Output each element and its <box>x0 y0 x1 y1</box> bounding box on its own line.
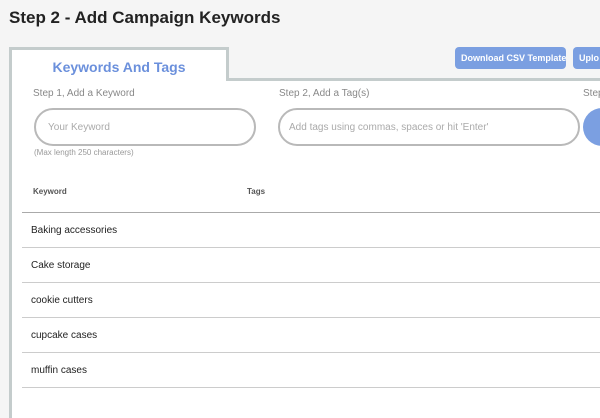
upload-button[interactable]: Uplo <box>573 47 600 69</box>
keyword-field-label: Step 1, Add a Keyword <box>33 88 135 99</box>
table-row[interactable]: cookie cutters <box>22 283 600 318</box>
tags-input[interactable] <box>278 108 580 146</box>
tab-keywords-and-tags[interactable]: Keywords And Tags <box>9 47 229 81</box>
row-keyword: cupcake cases <box>31 330 98 341</box>
step3-field-label: Step <box>583 88 600 99</box>
keyword-input[interactable] <box>34 108 256 146</box>
table-row[interactable]: muffin cases <box>22 353 600 388</box>
row-keyword: cookie cutters <box>31 295 93 306</box>
keyword-max-length-hint: (Max length 250 characters) <box>34 148 134 157</box>
download-csv-template-button[interactable]: Download CSV Template <box>455 47 566 69</box>
page-title: Step 2 - Add Campaign Keywords <box>9 8 281 27</box>
column-header-keyword: Keyword <box>33 187 67 196</box>
keywords-table-body: Baking accessories Cake storage cookie c… <box>22 213 600 388</box>
tags-field-label: Step 2, Add a Tag(s) <box>279 88 370 99</box>
column-header-tags: Tags <box>247 187 266 196</box>
row-keyword: muffin cases <box>31 365 87 376</box>
row-keyword: Cake storage <box>31 260 91 271</box>
table-row[interactable]: cupcake cases <box>22 318 600 353</box>
table-row[interactable]: Cake storage <box>22 248 600 283</box>
row-keyword: Baking accessories <box>31 225 118 236</box>
table-row[interactable]: Baking accessories <box>22 213 600 248</box>
